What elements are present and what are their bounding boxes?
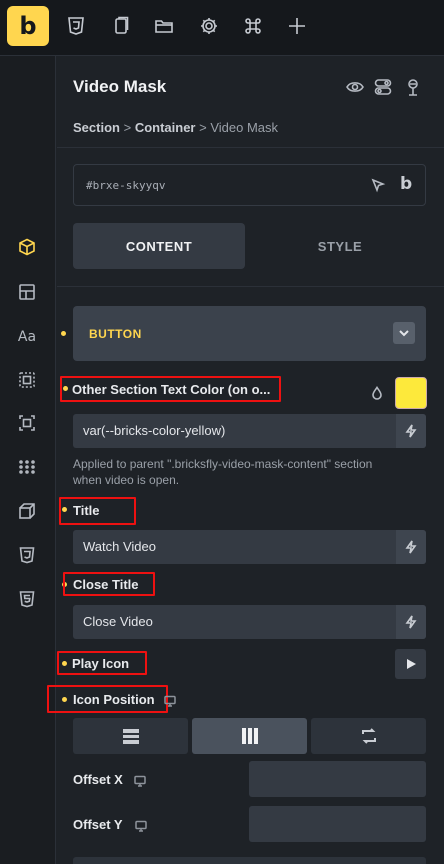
pin-icon[interactable] bbox=[403, 77, 423, 97]
page-title: Video Mask bbox=[73, 77, 167, 96]
title-input[interactable]: Watch Video bbox=[73, 530, 426, 564]
monitor-icon[interactable] bbox=[135, 819, 147, 832]
tabs-divider bbox=[57, 286, 444, 287]
eye-icon[interactable] bbox=[345, 77, 365, 97]
element-id: #brxe-skyyqv bbox=[86, 179, 166, 192]
columns-icon bbox=[241, 728, 258, 744]
next-control bbox=[73, 857, 426, 864]
button-group-header[interactable]: BUTTON bbox=[73, 306, 426, 361]
rows-icon bbox=[122, 729, 139, 744]
offset-y-label: Offset Y bbox=[73, 817, 123, 832]
play-icon-label: Play Icon bbox=[72, 656, 130, 671]
play-icon-picker[interactable] bbox=[395, 649, 426, 679]
folder-icon[interactable] bbox=[152, 14, 176, 38]
offset-y-input[interactable] bbox=[249, 806, 426, 842]
group-label: BUTTON bbox=[89, 327, 142, 341]
tab-content[interactable]: CONTENT bbox=[73, 223, 245, 269]
css3-icon[interactable] bbox=[16, 544, 38, 566]
icon-position-swap[interactable] bbox=[311, 718, 426, 754]
cube-icon[interactable] bbox=[16, 236, 38, 258]
grid-dots-icon[interactable] bbox=[16, 456, 38, 478]
icon-position-columns[interactable] bbox=[192, 718, 307, 754]
icon-position-label: Icon Position bbox=[73, 692, 155, 707]
color-swatch[interactable] bbox=[395, 377, 427, 409]
chevron-down-icon[interactable] bbox=[393, 322, 415, 344]
settings-icon[interactable] bbox=[197, 14, 221, 38]
offset-x-input[interactable] bbox=[249, 761, 426, 797]
element-id-field[interactable]: #brxe-skyyqv b bbox=[73, 164, 426, 206]
droplet-icon[interactable] bbox=[370, 386, 384, 400]
plus-icon[interactable] bbox=[285, 14, 309, 38]
3d-box-icon[interactable] bbox=[16, 500, 38, 522]
icon-position-stacked[interactable] bbox=[73, 718, 188, 754]
play-icon bbox=[406, 659, 416, 669]
layout-icon[interactable] bbox=[16, 281, 38, 303]
spacing-icon[interactable] bbox=[16, 369, 38, 391]
frame-icon[interactable] bbox=[16, 412, 38, 434]
swap-icon bbox=[361, 728, 376, 744]
bricks-b-icon[interactable]: b bbox=[400, 174, 412, 194]
left-sidebar: Aa bbox=[0, 56, 56, 864]
tab-style[interactable]: STYLE bbox=[254, 223, 426, 269]
title-label: Title bbox=[73, 503, 100, 518]
header-divider bbox=[57, 147, 444, 148]
typography-icon[interactable]: Aa bbox=[16, 326, 38, 348]
cursor-icon[interactable] bbox=[370, 177, 386, 193]
breadcrumb-section[interactable]: Section bbox=[73, 120, 120, 135]
monitor-icon[interactable] bbox=[134, 774, 146, 787]
close-title-label: Close Title bbox=[73, 577, 139, 592]
dynamic-data-icon[interactable] bbox=[396, 605, 426, 639]
toggle-icon[interactable] bbox=[373, 77, 393, 97]
bricks-logo[interactable]: b bbox=[7, 6, 49, 46]
changed-indicator bbox=[61, 331, 66, 336]
command-icon[interactable] bbox=[241, 14, 265, 38]
offset-x-label: Offset X bbox=[73, 772, 123, 787]
element-panel: Video Mask Section > Container > Video M… bbox=[47, 57, 444, 864]
css3-icon[interactable] bbox=[64, 14, 88, 38]
help-text: Applied to parent ".bricksfly-video-mask… bbox=[73, 457, 373, 487]
close-title-input[interactable]: Close Video bbox=[73, 605, 426, 639]
top-toolbar: b bbox=[0, 0, 444, 56]
breadcrumb: Section > Container > Video Mask bbox=[73, 120, 279, 135]
other-section-color-label: Other Section Text Color (on o... bbox=[72, 382, 271, 397]
dynamic-data-icon[interactable] bbox=[396, 530, 426, 564]
html5-icon[interactable] bbox=[16, 588, 38, 610]
breadcrumb-container[interactable]: Container bbox=[135, 120, 196, 135]
other-section-color-input[interactable]: var(--bricks-color-yellow) bbox=[73, 414, 426, 448]
breadcrumb-current: Video Mask bbox=[210, 120, 279, 135]
pages-icon[interactable] bbox=[109, 14, 133, 38]
monitor-icon[interactable] bbox=[164, 694, 176, 707]
dynamic-data-icon[interactable] bbox=[396, 414, 426, 448]
